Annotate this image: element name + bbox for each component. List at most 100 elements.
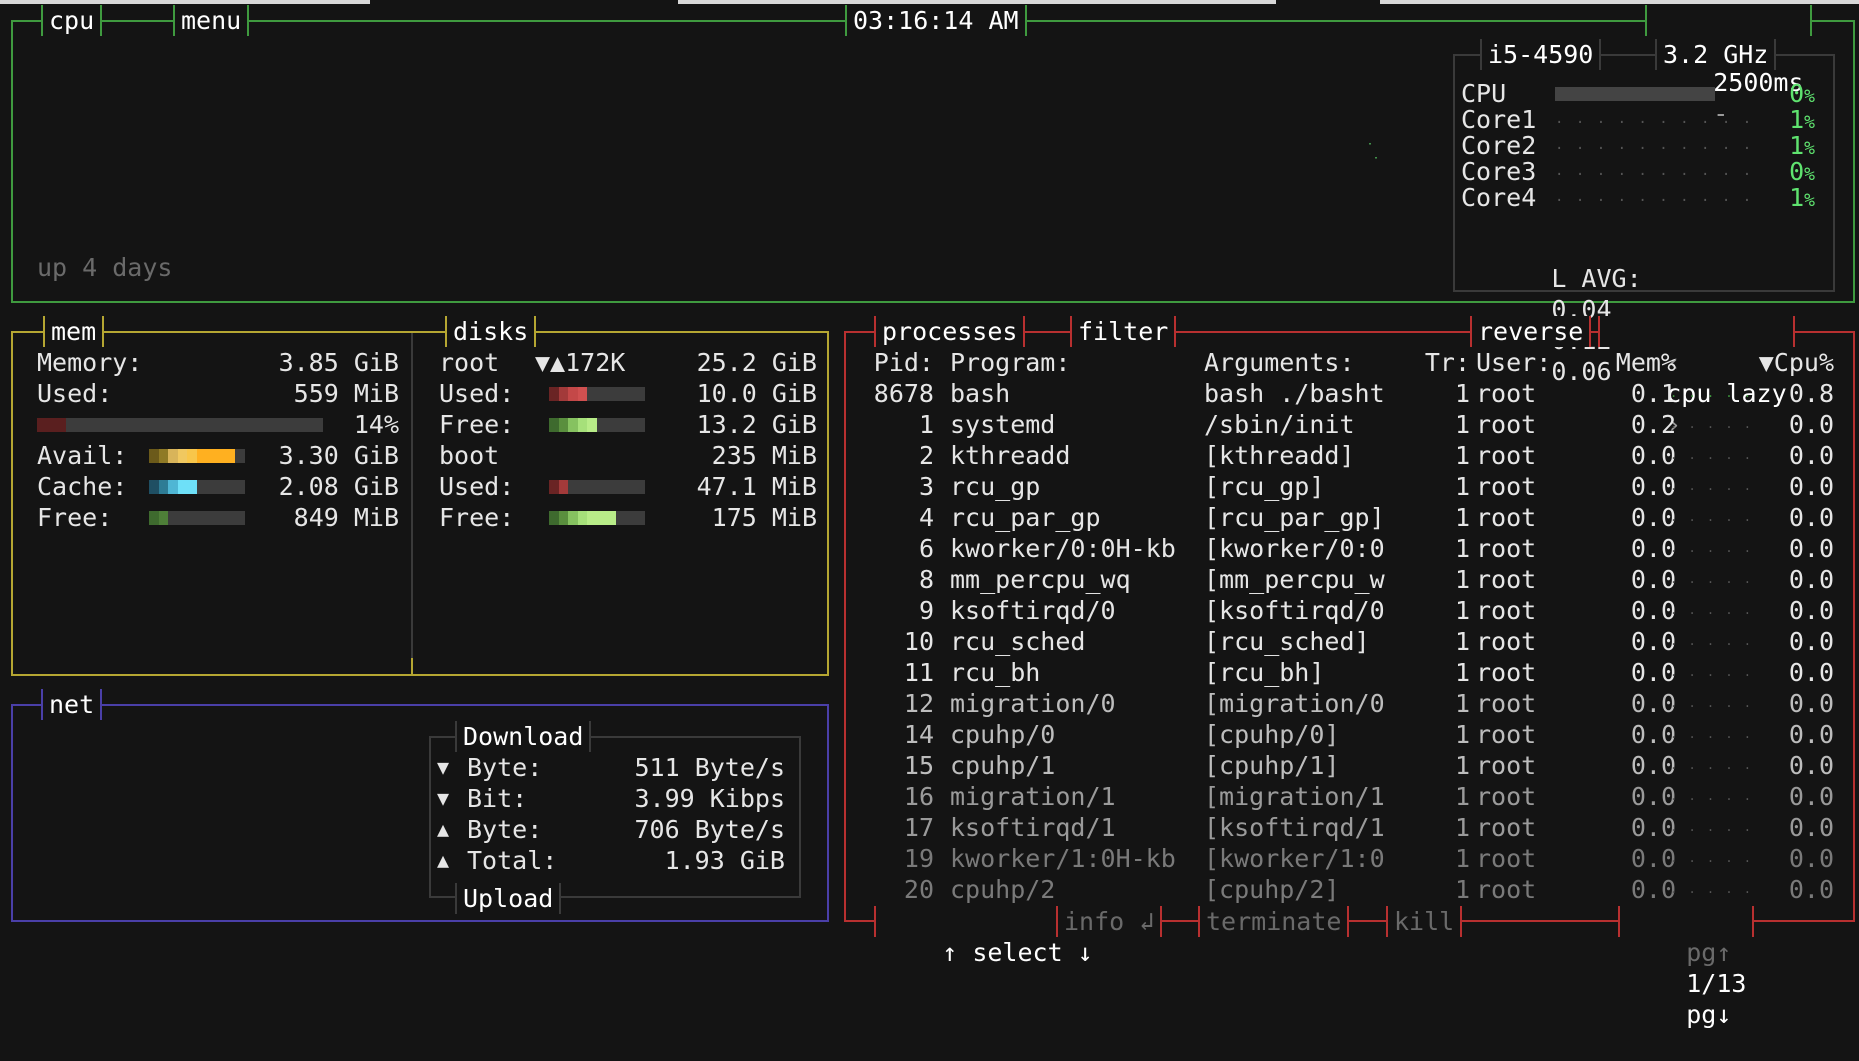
reverse-button[interactable]: reverse — [1470, 316, 1592, 347]
filter-button[interactable]: filter — [1070, 316, 1177, 347]
process-row[interactable]: 4 rcu_par_gp [rcu_par_gp] 1 root 0.0. . . . .… — [846, 502, 1853, 533]
process-pid: 12 — [903, 689, 934, 718]
process-arguments: [kthreadd] — [1204, 441, 1355, 470]
col-header-mem[interactable]: Mem% — [1566, 347, 1676, 378]
process-user: root — [1476, 627, 1537, 656]
processes-title[interactable]: processes — [874, 316, 1026, 347]
menu-button[interactable]: menu — [173, 5, 250, 36]
process-row[interactable]: 15 cpuhp/1 [cpuhp/1] 1 root 0.0. . . . . 0.0 — [846, 750, 1853, 781]
process-row[interactable]: 11 rcu_bh [rcu_bh] 1 root 0.0. . . . . 0.0 — [846, 657, 1853, 688]
mem-cache-label: Cache: — [37, 472, 128, 501]
process-cpu: 0.0 — [1788, 410, 1834, 439]
col-header-threads[interactable]: Tr: — [1406, 347, 1470, 378]
process-program: rcu_gp — [950, 472, 1041, 501]
process-row[interactable]: 20 cpuhp/2 [cpuhp/2] 1 root 0.0. . . . . 0.0 — [846, 874, 1853, 905]
cpu-row-percent: 1 — [1789, 183, 1805, 212]
process-arguments: [cpuhp/2] — [1204, 875, 1340, 904]
process-mem: 0.0 — [1630, 875, 1676, 904]
disks-title[interactable]: disks — [445, 316, 537, 347]
process-row[interactable]: 6 kworker/0:0H-kb [kworker/0:0 1 root 0.0. . … — [846, 533, 1853, 564]
window-top-edge-left — [0, 0, 370, 4]
mem-cache-value: 2.08 GiB — [278, 472, 399, 501]
process-mem: 0.0 — [1630, 627, 1676, 656]
process-row[interactable]: 8 mm_percpu_wq [mm_percpu_w 1 root 0.0. . . .… — [846, 564, 1853, 595]
net-row-arrow: ▼ — [437, 786, 450, 810]
disk-free-label: Free: — [439, 410, 515, 439]
process-row[interactable]: 10 rcu_sched [rcu_sched] 1 root 0.0. . . . .0… — [846, 626, 1853, 657]
process-row[interactable]: 19 kworker/1:0H-kb [kworker/1:0 1 root 0.0. .… — [846, 843, 1853, 874]
disk-used-value: 47.1 MiB — [696, 472, 817, 501]
process-program: cpuhp/2 — [950, 875, 1056, 904]
mem-avail-value: 3.30 GiB — [278, 441, 399, 470]
process-program: cpuhp/1 — [950, 751, 1056, 780]
process-program: kthreadd — [950, 441, 1071, 470]
col-header-arguments[interactable]: Arguments: — [1204, 347, 1355, 378]
mem-title[interactable]: mem — [43, 316, 105, 347]
kill-button[interactable]: kill — [1386, 906, 1463, 937]
process-user: root — [1476, 441, 1537, 470]
page-down-button[interactable]: pg↓ — [1686, 1000, 1731, 1029]
process-arguments: /sbin/init — [1204, 410, 1355, 439]
process-cpu: 0.0 — [1788, 720, 1834, 749]
process-cpu: 0.0 — [1788, 565, 1834, 594]
process-threads: 1 — [1454, 379, 1470, 408]
cpu-row-label: Core4 — [1461, 183, 1537, 212]
process-user: root — [1476, 875, 1537, 904]
process-program: ksoftirqd/1 — [950, 813, 1116, 842]
process-arguments: [mm_percpu_w — [1204, 565, 1385, 594]
mem-used-value: 559 MiB — [293, 379, 399, 408]
process-row[interactable]: 2 kthreadd [kthreadd] 1 root 0.0. . . . . 0.0 — [846, 440, 1853, 471]
disk-used-meter — [549, 480, 645, 494]
process-row[interactable]: 3 rcu_gp [rcu_gp] 1 root 0.0. . . . . 0.0 — [846, 471, 1853, 502]
process-program: rcu_bh — [950, 658, 1041, 687]
mem-disks-divider-foot — [411, 658, 413, 676]
process-user: root — [1476, 472, 1537, 501]
process-user: root — [1476, 658, 1537, 687]
process-cpu: 0.0 — [1788, 751, 1834, 780]
page-up-button[interactable]: pg↑ — [1686, 938, 1731, 967]
process-program: kworker/0:0H-kb — [950, 534, 1176, 563]
terminate-button[interactable]: terminate — [1198, 906, 1350, 937]
process-row[interactable]: 16 migration/1 [migration/1 1 root 0.0. . . .… — [846, 781, 1853, 812]
col-header-pid[interactable]: Pid: — [846, 347, 934, 378]
process-pid: 20 — [903, 875, 934, 904]
info-button[interactable]: info ↲ — [1056, 906, 1163, 937]
page-indicator: 1/13 — [1686, 969, 1747, 998]
process-row[interactable]: 8678 bash bash ./basht 1 root 0.1. . . . . 0.8 — [846, 378, 1853, 409]
process-arguments: [kworker/1:0 — [1204, 844, 1385, 873]
process-threads: 1 — [1454, 844, 1470, 873]
mem-used-meter — [37, 418, 323, 432]
process-cpu: 0.0 — [1788, 472, 1834, 501]
col-header-user[interactable]: User: — [1476, 347, 1551, 378]
process-pid: 10 — [903, 627, 934, 656]
process-row[interactable]: 1 systemd/sbin/init 1 root 0.2. . . . . 0.0 — [846, 409, 1853, 440]
process-row[interactable]: 9 ksoftirqd/0 [ksoftirqd/0 1 root 0.0. . . . … — [846, 595, 1853, 626]
cpu-graph-dot: · — [1373, 153, 1380, 164]
disk-name: boot — [439, 441, 500, 470]
process-mem: 0.0 — [1630, 565, 1676, 594]
process-user: root — [1476, 503, 1537, 532]
cpu-panel: cpu menu 03:16:14 AM + 2500ms - up 4 day… — [11, 5, 1855, 386]
process-user: root — [1476, 813, 1537, 842]
process-program: ksoftirqd/0 — [950, 596, 1116, 625]
process-row[interactable]: 14 cpuhp/0 [cpuhp/0] 1 root 0.0. . . . . 0.0 — [846, 719, 1853, 750]
process-pid: 19 — [903, 844, 934, 873]
process-row[interactable]: 17 ksoftirqd/1 [ksoftirqd/1 1 root 0.0. . . .… — [846, 812, 1853, 843]
process-pid: 8678 — [873, 379, 934, 408]
col-header-cpu[interactable]: ▼Cpu% — [1726, 347, 1834, 378]
cpu-frequency: 3.2 GHz — [1655, 39, 1777, 70]
process-program: rcu_sched — [950, 627, 1086, 656]
cpu-title[interactable]: cpu — [41, 5, 103, 36]
net-title[interactable]: net — [41, 689, 103, 720]
process-cpu: 0.0 — [1788, 875, 1834, 904]
select-label: ↑ select ↓ — [942, 938, 1093, 967]
process-row[interactable]: 12 migration/0 [migration/0 1 root 0.0. . . .… — [846, 688, 1853, 719]
net-row-label: Bit: — [467, 784, 528, 813]
process-user: root — [1476, 782, 1537, 811]
process-arguments: [cpuhp/0] — [1204, 720, 1340, 749]
process-mem: 0.0 — [1630, 534, 1676, 563]
disk-used-meter — [549, 387, 645, 401]
process-arguments: [rcu_bh] — [1204, 658, 1325, 687]
net-row-arrow: ▲ — [437, 848, 450, 872]
col-header-program[interactable]: Program: — [950, 347, 1070, 378]
